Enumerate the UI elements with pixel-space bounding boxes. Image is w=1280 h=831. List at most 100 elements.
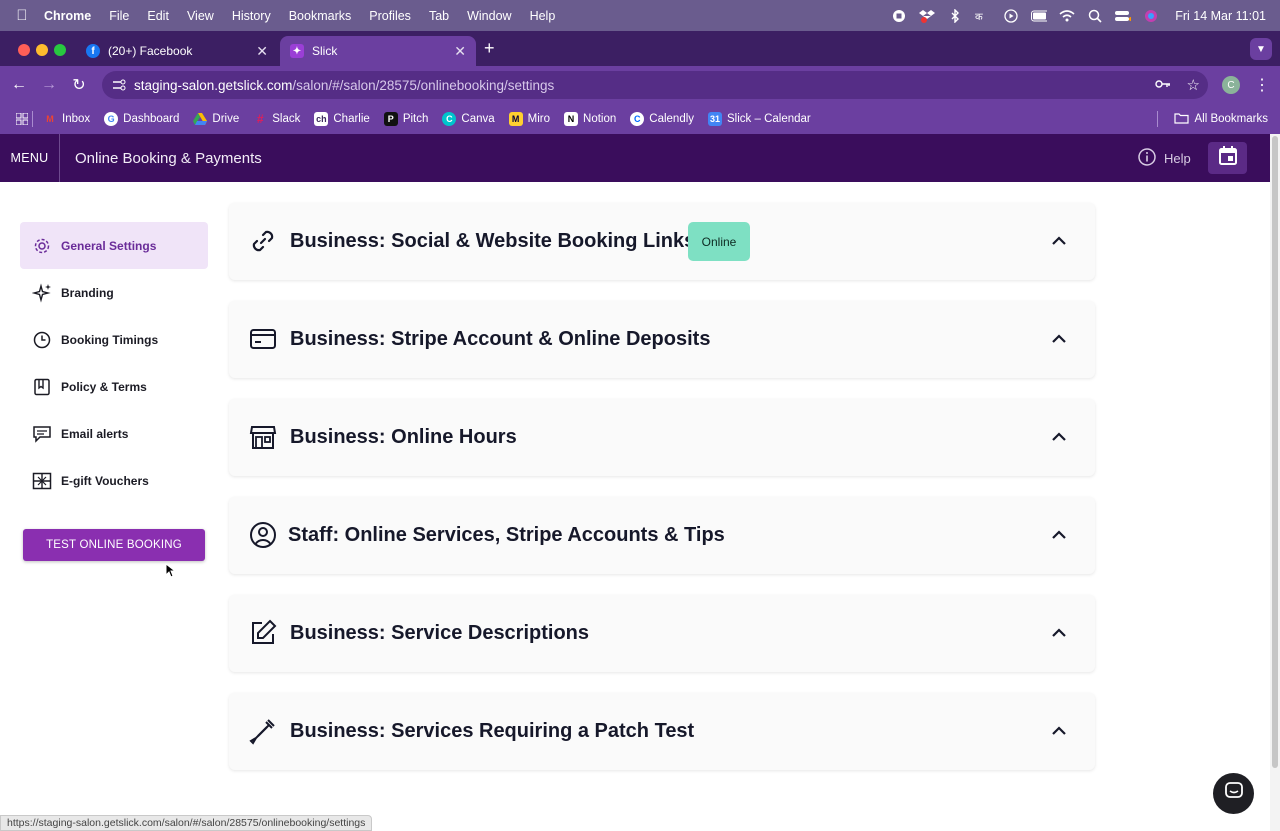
control-center-icon[interactable]: [1115, 8, 1132, 24]
calendar-icon: 31: [708, 112, 723, 126]
tab-search-icon[interactable]: ▼: [1250, 38, 1272, 60]
bookmark-canva[interactable]: C Canva: [442, 112, 495, 126]
site-info-icon[interactable]: [112, 79, 126, 91]
bookmark-slack[interactable]: # Slack: [253, 112, 300, 126]
sidebar-item-label: E-gift Vouchers: [61, 473, 149, 488]
chevron-up-icon[interactable]: [1051, 625, 1067, 641]
section-title: Business: Social & Website Booking Links: [290, 230, 696, 252]
zoom-window-button[interactable]: [54, 44, 66, 56]
profile-avatar[interactable]: C: [1222, 76, 1240, 94]
url-path: /salon/#/salon/28575/onlinebooking/setti…: [292, 77, 555, 93]
storefront-icon: [249, 423, 277, 451]
menu-tab[interactable]: Tab: [429, 9, 449, 23]
section-online-hours[interactable]: Business: Online Hours: [229, 399, 1095, 476]
bookmark-star-icon[interactable]: ☆: [1187, 76, 1200, 94]
help-button[interactable]: Help: [1138, 134, 1191, 182]
menu-button[interactable]: MENU: [0, 134, 60, 182]
mouse-cursor-icon: [165, 562, 177, 583]
sidebar-item-email-alerts[interactable]: Email alerts: [20, 410, 208, 457]
section-staff-online-services[interactable]: Staff: Online Services, Stripe Accounts …: [229, 497, 1095, 574]
password-key-icon[interactable]: [1154, 78, 1171, 93]
menu-datetime[interactable]: Fri 14 Mar 11:01: [1175, 9, 1266, 23]
reload-icon[interactable]: ↻: [64, 75, 94, 95]
section-stripe-deposits[interactable]: Business: Stripe Account & Online Deposi…: [229, 301, 1095, 378]
menu-app-name[interactable]: Chrome: [44, 9, 91, 23]
new-tab-icon[interactable]: +: [484, 38, 495, 59]
chat-icon: [1224, 782, 1243, 805]
section-patch-test[interactable]: Business: Services Requiring a Patch Tes…: [229, 693, 1095, 770]
bookmark-miro[interactable]: M Miro: [508, 112, 550, 126]
minimize-window-button[interactable]: [36, 44, 48, 56]
chrome-menu-icon[interactable]: ⋮: [1254, 75, 1270, 95]
sidebar-item-egift-vouchers[interactable]: E-gift Vouchers: [20, 457, 208, 504]
menu-view[interactable]: View: [187, 9, 214, 23]
chevron-up-icon[interactable]: [1051, 527, 1067, 543]
address-bar[interactable]: staging-salon.getslick.com/salon/#/salon…: [102, 71, 1208, 99]
support-chat-button[interactable]: [1213, 773, 1254, 814]
bookmark-charlie[interactable]: ch Charlie: [314, 112, 370, 126]
chevron-up-icon[interactable]: [1051, 233, 1067, 249]
app-header: MENU Online Booking & Payments Help: [0, 134, 1270, 182]
pitch-icon: P: [383, 112, 398, 126]
close-tab-icon[interactable]: ✕: [256, 43, 268, 60]
menu-file[interactable]: File: [109, 9, 129, 23]
menu-profiles[interactable]: Profiles: [369, 9, 411, 23]
back-icon[interactable]: ←: [4, 76, 34, 94]
section-title: Business: Online Hours: [290, 426, 517, 448]
menu-help[interactable]: Help: [530, 9, 556, 23]
section-service-descriptions[interactable]: Business: Service Descriptions: [229, 595, 1095, 672]
forward-icon[interactable]: →: [34, 76, 64, 94]
page-scrollbar[interactable]: [1270, 134, 1280, 831]
test-online-booking-button[interactable]: TEST ONLINE BOOKING: [23, 529, 205, 561]
sidebar-item-policy-terms[interactable]: Policy & Terms: [20, 363, 208, 410]
script-icon[interactable]: क: [975, 8, 991, 24]
sidebar-item-label: General Settings: [61, 238, 157, 253]
menu-history[interactable]: History: [232, 9, 271, 23]
bookmark-pitch[interactable]: P Pitch: [383, 112, 428, 126]
apple-icon[interactable]: : [0, 7, 44, 24]
apps-grid-icon[interactable]: [16, 113, 28, 125]
sidebar-item-branding[interactable]: Branding: [20, 269, 208, 316]
menu-edit[interactable]: Edit: [147, 9, 169, 23]
bluetooth-icon[interactable]: [947, 8, 963, 24]
all-bookmarks[interactable]: All Bookmarks: [1153, 104, 1268, 134]
status-icons: क Fri 14 Mar 11:01: [891, 0, 1266, 31]
tab-slick[interactable]: ✦ Slick ✕: [280, 36, 476, 66]
battery-icon[interactable]: [1031, 8, 1048, 24]
book-icon: [32, 377, 52, 397]
tab-facebook[interactable]: f (20+) Facebook ✕: [76, 36, 278, 66]
chevron-up-icon[interactable]: [1051, 429, 1067, 445]
scrollbar-thumb[interactable]: [1272, 136, 1278, 768]
bookmark-notion[interactable]: N Notion: [564, 112, 616, 126]
menu-bookmarks[interactable]: Bookmarks: [289, 9, 352, 23]
siri-icon[interactable]: [1143, 8, 1159, 24]
info-icon: [1138, 147, 1156, 169]
dropbox-icon[interactable]: [919, 8, 936, 24]
menu-window[interactable]: Window: [467, 9, 511, 23]
chevron-up-icon[interactable]: [1051, 331, 1067, 347]
play-icon[interactable]: [1003, 8, 1019, 24]
charlie-icon: ch: [314, 112, 329, 126]
section-booking-links[interactable]: Business: Social & Website Booking Links…: [229, 203, 1095, 280]
calendar-button[interactable]: [1208, 142, 1247, 174]
bookmark-slick-calendar[interactable]: 31 Slick – Calendar: [708, 112, 811, 126]
wifi-icon[interactable]: [1059, 8, 1075, 24]
bookmark-inbox[interactable]: M Inbox: [43, 112, 90, 126]
record-icon[interactable]: [891, 8, 907, 24]
chat-icon: [32, 424, 52, 444]
status-badge: Online: [688, 222, 750, 261]
spotlight-icon[interactable]: [1087, 8, 1103, 24]
bookmarks-divider: [32, 111, 33, 127]
sidebar-item-general-settings[interactable]: General Settings: [20, 222, 208, 269]
folder-icon: [1173, 112, 1189, 127]
bookmark-drive[interactable]: Drive: [193, 112, 239, 126]
close-tab-icon[interactable]: ✕: [454, 43, 466, 60]
bookmark-dashboard[interactable]: G Dashboard: [104, 112, 179, 126]
tab-strip: f (20+) Facebook ✕ ✦ Slick ✕: [0, 31, 1280, 66]
sidebar-item-booking-timings[interactable]: Booking Timings: [20, 316, 208, 363]
bookmark-calendly[interactable]: C Calendly: [630, 112, 694, 126]
chevron-up-icon[interactable]: [1051, 723, 1067, 739]
link-icon: [249, 227, 277, 255]
close-window-button[interactable]: [18, 44, 30, 56]
sparkles-icon: [32, 282, 52, 303]
